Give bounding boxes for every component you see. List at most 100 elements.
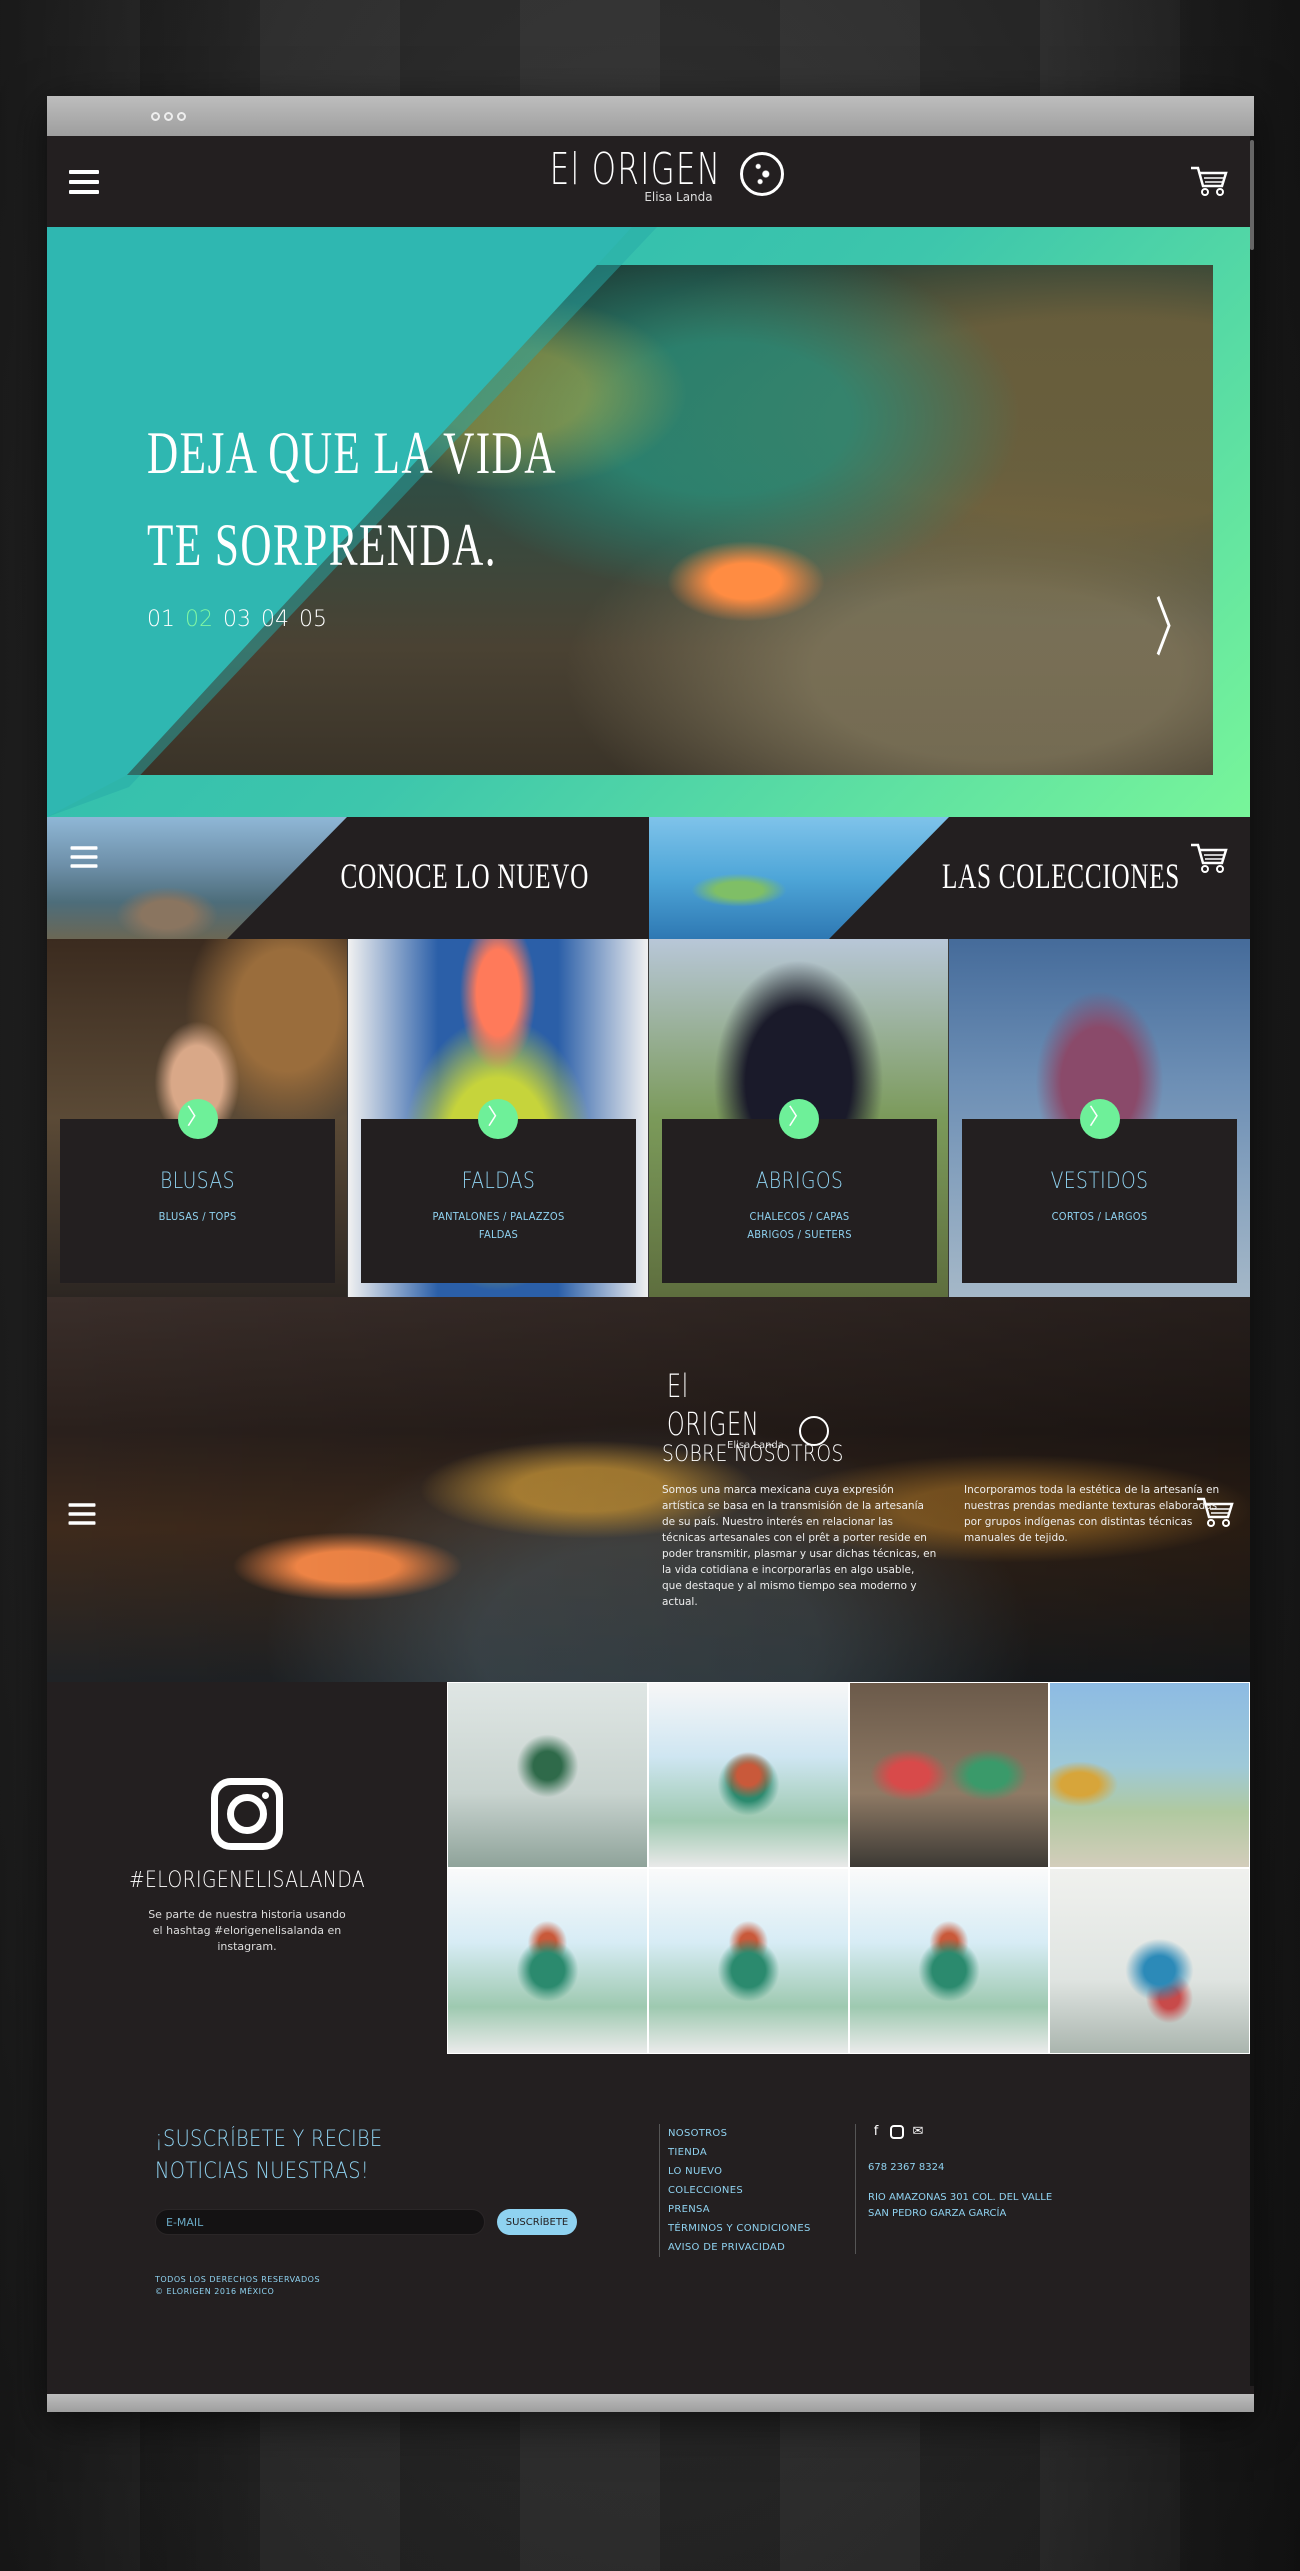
footer-link-lo-nuevo[interactable]: LO NUEVO — [668, 2162, 811, 2181]
footer-links: NOSOTROS TIENDA LO NUEVO COLECCIONES PRE… — [659, 2124, 811, 2257]
instagram-photo[interactable] — [447, 1682, 648, 1868]
category-subtitle: CORTOS / LARGOS — [976, 1208, 1224, 1226]
instagram-photo[interactable] — [647, 1682, 849, 1868]
window-dot-maximize[interactable] — [177, 112, 186, 121]
footer-contact: f ✉ 678 2367 8324 RIO AMAZONAS 301 COL. … — [855, 2124, 1052, 2254]
hamburger-icon[interactable] — [70, 846, 98, 868]
cart-icon[interactable] — [1189, 164, 1229, 198]
hero-title-line2: TE SORPRENDA. — [147, 512, 497, 578]
about-title: SOBRE NOSOTROS — [662, 1442, 844, 1467]
instagram-hashtag[interactable]: #ELORIGENELISALANDA — [77, 1868, 417, 1893]
window-bottom-bar — [47, 2394, 1254, 2412]
site-footer: ¡SUSCRÍBETE Y RECIBE NOTICIAS NUESTRAS! … — [47, 2054, 1250, 2394]
browser-window: El ORIGEN Elisa Landa DEJA QUE LA VIDA T… — [47, 96, 1254, 2412]
category-abrigos[interactable]: 〉 ABRIGOS CHALECOS / CAPAS ABRIGOS / SUE… — [648, 939, 950, 1297]
category-card: 〉 VESTIDOS CORTOS / LARGOS — [962, 1099, 1238, 1283]
chevron-right-icon[interactable]: 〉 — [779, 1099, 819, 1139]
copyright-line1: TODOS LOS DERECHOS RESERVADOS — [155, 2275, 321, 2284]
hero-page-4[interactable]: 04 — [261, 607, 289, 632]
category-name[interactable]: VESTIDOS — [983, 1169, 1217, 1194]
strip-photo-collections — [649, 817, 949, 939]
footer-link-prensa[interactable]: PRENSA — [668, 2200, 811, 2219]
category-blusas[interactable]: 〉 BLUSAS BLUSAS / TOPS — [47, 939, 348, 1297]
category-name[interactable]: ABRIGOS — [682, 1169, 916, 1194]
chevron-right-icon[interactable]: 〉 — [1155, 577, 1193, 669]
mail-icon[interactable]: ✉ — [910, 2124, 926, 2140]
hero-page-3[interactable]: 03 — [223, 607, 251, 632]
category-subtitle: BLUSAS / TOPS — [74, 1208, 322, 1226]
category-name[interactable]: BLUSAS — [81, 1169, 315, 1194]
email-field[interactable] — [155, 2209, 485, 2235]
category-sub-line1: CORTOS / LARGOS — [1051, 1210, 1148, 1223]
category-name[interactable]: FALDAS — [381, 1169, 615, 1194]
category-sub-line2: FALDAS — [478, 1228, 518, 1241]
instagram-photo[interactable] — [848, 1682, 1050, 1868]
hero-page-2[interactable]: 02 — [185, 607, 213, 632]
footer-link-tienda[interactable]: TIENDA — [668, 2143, 811, 2162]
instagram-photo[interactable] — [1049, 1868, 1250, 2054]
instagram-icon[interactable] — [211, 1778, 283, 1850]
instagram-icon[interactable] — [890, 2125, 904, 2139]
category-card: 〉 FALDAS PANTALONES / PALAZZOS FALDAS — [360, 1099, 636, 1283]
instagram-photo[interactable] — [1049, 1682, 1250, 1868]
subscribe-button[interactable]: SUSCRÍBETE — [497, 2209, 577, 2235]
instagram-photo[interactable] — [647, 1868, 849, 2054]
hero-page-1[interactable]: 01 — [147, 607, 175, 632]
footer-link-privacidad[interactable]: AVISO DE PRIVACIDAD — [668, 2238, 811, 2257]
about-paragraph-2: Incorporamos toda la estética de la arte… — [964, 1484, 1220, 1544]
scrollbar[interactable] — [1250, 136, 1254, 2386]
instagram-section: #ELORIGENELISALANDA Se parte de nuestra … — [47, 1682, 1250, 2054]
conoce-lo-nuevo-label: CONOCE LO NUEVO — [340, 856, 589, 896]
about-section: El ORIGEN Elisa Landa SOBRE NOSOTROS Som… — [47, 1297, 1250, 1682]
social-icons: f ✉ — [868, 2124, 1052, 2140]
hero-page-5[interactable]: 05 — [299, 607, 327, 632]
las-colecciones-label: LAS COLECCIONES — [941, 856, 1180, 896]
phone-number: 678 2367 8324 — [868, 2162, 945, 2173]
cart-icon[interactable] — [1189, 841, 1229, 875]
category-card: 〉 ABRIGOS CHALECOS / CAPAS ABRIGOS / SUE… — [661, 1099, 937, 1283]
chevron-right-icon[interactable]: 〉 — [478, 1099, 519, 1139]
instagram-photo[interactable] — [447, 1868, 648, 2054]
category-sub-line1: PANTALONES / PALAZZOS — [432, 1210, 565, 1223]
category-grid: 〉 BLUSAS BLUSAS / TOPS 〉 FALDAS PANTALON… — [47, 939, 1250, 1297]
hero-pager: 01 02 03 04 05 — [147, 607, 327, 632]
hamburger-icon[interactable] — [68, 1503, 96, 1525]
footer-link-nosotros[interactable]: NOSOTROS — [668, 2124, 811, 2143]
category-sub-line1: CHALECOS / CAPAS — [749, 1210, 849, 1223]
site-header: El ORIGEN Elisa Landa — [47, 136, 1250, 227]
category-sub-line1: BLUSAS / TOPS — [158, 1210, 237, 1223]
window-controls[interactable] — [151, 112, 186, 121]
address-line2: SAN PEDRO GARZA GARCÍA — [868, 2208, 1007, 2219]
copyright-line2: © ELORIGEN 2016 MÉXICO — [155, 2287, 275, 2296]
window-dot-close[interactable] — [151, 112, 160, 121]
category-subtitle: PANTALONES / PALAZZOS FALDAS — [375, 1208, 623, 1244]
about-logo-wordmark: El ORIGEN — [667, 1367, 760, 1443]
about-logo: El ORIGEN Elisa Landa — [667, 1367, 835, 1451]
chevron-right-icon[interactable]: 〉 — [177, 1099, 218, 1139]
chevron-right-icon[interactable]: 〉 — [1079, 1099, 1120, 1139]
footer-link-terminos[interactable]: TÉRMINOS Y CONDICIONES — [668, 2219, 811, 2238]
logo-wordmark: El ORIGEN — [549, 144, 722, 195]
category-subtitle: CHALECOS / CAPAS ABRIGOS / SUETERS — [675, 1208, 923, 1244]
window-dot-minimize[interactable] — [164, 112, 173, 121]
category-faldas[interactable]: 〉 FALDAS PANTALONES / PALAZZOS FALDAS — [347, 939, 649, 1297]
category-sub-line2: ABRIGOS / SUETERS — [746, 1228, 852, 1241]
hero-title-line1: DEJA QUE LA VIDA — [147, 420, 557, 486]
category-vestidos[interactable]: 〉 VESTIDOS CORTOS / LARGOS — [949, 939, 1250, 1297]
instagram-grid — [447, 1682, 1250, 2054]
address: RIO AMAZONAS 301 COL. DEL VALLE SAN PEDR… — [868, 2190, 1052, 2222]
instagram-panel: #ELORIGENELISALANDA Se parte de nuestra … — [47, 1682, 447, 2054]
section-strip: CONOCE LO NUEVO LAS COLECCIONES — [47, 817, 1250, 939]
las-colecciones-banner[interactable]: LAS COLECCIONES — [649, 817, 1250, 939]
category-card: 〉 BLUSAS BLUSAS / TOPS — [60, 1099, 335, 1283]
about-paragraph-1: Somos una marca mexicana cuya expresión … — [662, 1484, 937, 1608]
site-logo[interactable]: El ORIGEN Elisa Landa — [47, 144, 1250, 204]
logo-mark-icon — [740, 151, 784, 196]
facebook-icon[interactable]: f — [868, 2124, 884, 2140]
hero-slider: DEJA QUE LA VIDA TE SORPRENDA. 01 02 03 … — [47, 227, 1250, 817]
instagram-photo[interactable] — [848, 1868, 1050, 2054]
conoce-lo-nuevo-banner[interactable]: CONOCE LO NUEVO — [47, 817, 649, 939]
scrollbar-thumb[interactable] — [1250, 140, 1254, 250]
footer-link-colecciones[interactable]: COLECCIONES — [668, 2181, 811, 2200]
address-line1: RIO AMAZONAS 301 COL. DEL VALLE — [868, 2192, 1053, 2203]
